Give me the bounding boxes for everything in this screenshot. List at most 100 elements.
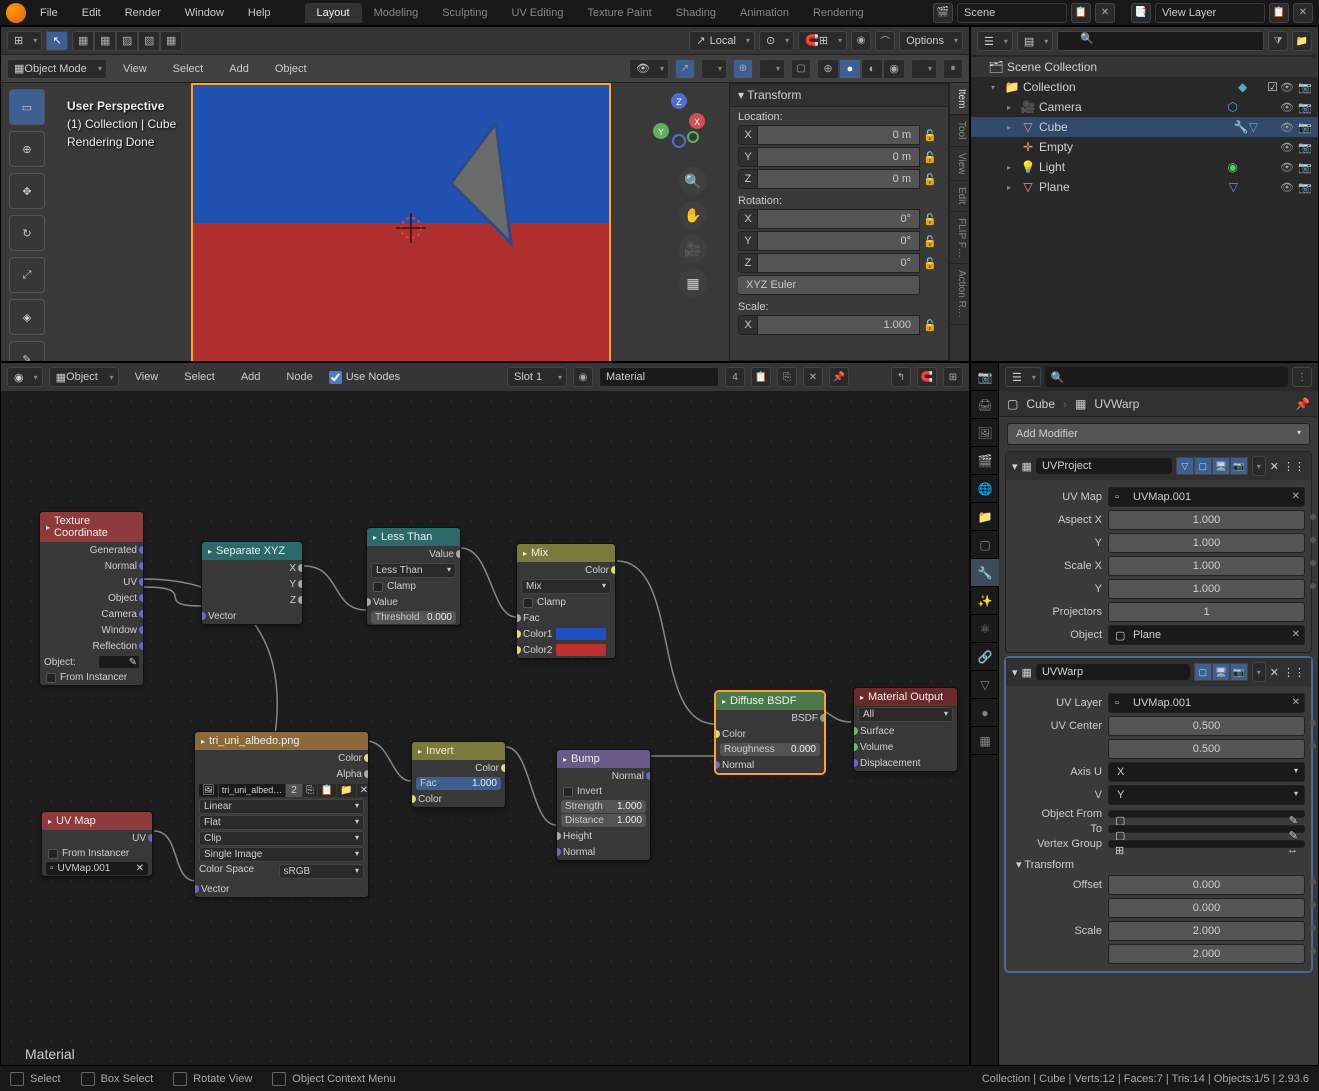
shader-editor[interactable]: ◉ ▦ Object View Select Add Node Use Node… — [0, 362, 970, 1075]
tool-cursor[interactable]: ⊕ — [9, 131, 45, 167]
node-texture-coordinate[interactable]: Texture Coordinate Generated Normal UV O… — [39, 511, 144, 686]
camera-icon[interactable]: 📷 — [1296, 81, 1314, 94]
layer-new-icon[interactable]: 📋 — [1269, 3, 1289, 23]
loc-z-field[interactable]: 0 m — [758, 169, 920, 189]
obj-to-field[interactable]: ▢✎ — [1108, 825, 1305, 833]
outliner-item-camera[interactable]: ▸🎥Camera⬡👁📷 — [971, 97, 1318, 117]
ptab-output[interactable]: 🖨 — [971, 391, 999, 419]
ws-shading[interactable]: Shading — [664, 3, 728, 23]
scale-x-field[interactable]: 1.000 — [758, 315, 920, 335]
n-tab-edit[interactable]: Edit — [950, 181, 969, 211]
aspect-y-field[interactable]: 1.000 — [1108, 533, 1305, 553]
n-tab-view[interactable]: View — [950, 147, 969, 182]
projectors-field[interactable]: 1 — [1108, 602, 1305, 622]
outliner-item-plane[interactable]: ▸▽Plane▽👁📷 — [971, 177, 1318, 197]
nav-camera-icon[interactable]: 🎥 — [679, 235, 707, 263]
axis-v-dropdown[interactable]: Y — [1108, 785, 1305, 805]
node-uv-map[interactable]: UV Map UV From Instancer ▫UVMap.001✕ — [41, 811, 153, 877]
check-icon[interactable]: ☑ — [1267, 80, 1278, 94]
prop-falloff-icon[interactable]: ⌒ — [875, 31, 895, 51]
mode-dropdown[interactable]: ▦ Object Mode — [7, 59, 107, 79]
uvlayer-field[interactable]: ▫UVMap.001✕ — [1108, 693, 1305, 713]
options-dropdown[interactable]: Options — [899, 31, 963, 51]
scene-del-icon[interactable]: ✕ — [1095, 3, 1115, 23]
shade-render-icon[interactable]: ◉ — [883, 59, 905, 79]
layer-name-field[interactable] — [1155, 3, 1265, 23]
node-separate-xyz[interactable]: Separate XYZ X Y Z Vector — [201, 541, 303, 625]
loc-x-field[interactable]: 0 m — [758, 125, 920, 145]
axis-u-dropdown[interactable]: X — [1108, 762, 1305, 782]
ptab-object[interactable]: ▢ — [971, 531, 999, 559]
slot-dropdown[interactable]: Slot 1 — [507, 367, 567, 387]
offset-y-field[interactable]: 0.000 — [1108, 898, 1305, 918]
add-modifier-dropdown[interactable]: Add Modifier — [1007, 423, 1310, 445]
tool-select-box[interactable]: ▭ — [9, 89, 45, 125]
rot-mode-dropdown[interactable]: XYZ Euler — [738, 275, 920, 295]
mat-new-icon[interactable]: 📋 — [751, 367, 771, 387]
mod-del-icon[interactable]: ✕ — [1270, 460, 1279, 473]
shade-opts[interactable] — [911, 59, 937, 79]
ptab-texture[interactable]: ▦ — [971, 727, 999, 755]
uvmap-field[interactable]: ▫UVMap.001✕ — [1108, 487, 1305, 507]
ws-texpaint[interactable]: Texture Paint — [575, 3, 663, 23]
material-name-field[interactable] — [599, 367, 719, 387]
outliner-item-light[interactable]: ▸💡Light◉👁📷 — [971, 157, 1318, 177]
ws-rendering[interactable]: Rendering — [801, 3, 876, 23]
mix-mode-dropdown[interactable]: Mix — [521, 579, 611, 594]
loc-lock-icon[interactable]: 🔓 — [920, 126, 940, 145]
nav-gizmo[interactable]: X Y Z — [649, 91, 709, 151]
ptab-data[interactable]: ▽ — [971, 671, 999, 699]
n-tab-tool[interactable]: Tool — [950, 115, 969, 146]
n-panel-header[interactable]: ▾ Transform — [730, 84, 948, 107]
props-search[interactable]: 🔍 — [1045, 367, 1288, 387]
vp-menu-object[interactable]: Object — [265, 59, 317, 79]
mat-copy-icon[interactable]: ⎘ — [777, 367, 797, 387]
node-less-than[interactable]: Less Than Value Less Than Clamp Value Th… — [366, 527, 461, 626]
ne-menu-view[interactable]: View — [125, 367, 169, 387]
transform-subpanel[interactable]: ▾ Transform — [1016, 859, 1074, 871]
ws-uvediting[interactable]: UV Editing — [499, 3, 575, 23]
sel-sub-icon[interactable]: ▦ — [94, 31, 116, 51]
ne-overlay-icon[interactable]: ⊞ — [943, 367, 963, 387]
node-diffuse-bsdf[interactable]: Diffuse BSDF BSDF Color Roughness0.000 N… — [715, 691, 825, 774]
scene-name-field[interactable] — [957, 3, 1067, 23]
menu-render[interactable]: Render — [115, 3, 171, 23]
ne-menu-node[interactable]: Node — [276, 367, 322, 387]
overlay-drop[interactable] — [759, 59, 785, 79]
sel-extend-icon[interactable]: ▦ — [72, 31, 94, 51]
outliner-root[interactable]: 🗂Scene Collection — [971, 57, 1318, 77]
xray-icon[interactable]: ▢ — [791, 59, 811, 79]
outliner-mode-dropdown[interactable]: ▤ — [1017, 31, 1053, 51]
use-nodes-check[interactable]: Use Nodes — [329, 371, 400, 384]
scale-y-field[interactable]: 1.000 — [1108, 579, 1305, 599]
ws-layout[interactable]: Layout — [305, 3, 362, 23]
snap-dropdown[interactable]: 🧲⊞ — [798, 31, 847, 51]
tool-rotate[interactable]: ↻ — [9, 215, 45, 251]
color2-swatch[interactable] — [556, 644, 606, 656]
shade-matprev-icon[interactable]: ◐ — [861, 59, 883, 79]
select-tweak-icon[interactable]: ↖ — [46, 31, 68, 51]
obj-from-field[interactable]: ▢✎ — [1108, 810, 1305, 818]
gizmo-drop[interactable] — [701, 59, 727, 79]
tool-annotate[interactable]: ✎ — [9, 341, 45, 362]
scale-x-field[interactable]: 1.000 — [1108, 556, 1305, 576]
ptab-collection[interactable]: 📁 — [971, 503, 999, 531]
ptab-viewlayer[interactable]: 🖼 — [971, 419, 999, 447]
eye-icon[interactable]: 👁 — [1278, 81, 1296, 94]
aspect-x-field[interactable]: 1.000 — [1108, 510, 1305, 530]
vis-dropdown[interactable]: 👁 — [629, 59, 669, 79]
ne-snap-icon[interactable]: 🧲 — [917, 367, 937, 387]
ptab-scene[interactable]: 🎬 — [971, 447, 999, 475]
node-bump[interactable]: Bump Normal Invert Strength1.000 Distanc… — [556, 749, 651, 861]
tool-transform[interactable]: ◈ — [9, 299, 45, 335]
layer-del-icon[interactable]: ✕ — [1293, 3, 1313, 23]
n-tab-flip[interactable]: FLIP F… — [950, 212, 969, 265]
modifier-name-field[interactable]: UVProject — [1036, 458, 1172, 474]
sel-new-icon[interactable]: ▦ — [160, 31, 182, 51]
proj-object-field[interactable]: ▢Plane✕ — [1108, 625, 1305, 645]
ws-sculpting[interactable]: Sculpting — [430, 3, 499, 23]
node-editor-type[interactable]: ◉ — [7, 367, 43, 387]
ptab-material[interactable]: ● — [971, 699, 999, 727]
ptab-constraints[interactable]: 🔗 — [971, 643, 999, 671]
vgroup-field[interactable]: ⊞↔ — [1108, 840, 1305, 848]
